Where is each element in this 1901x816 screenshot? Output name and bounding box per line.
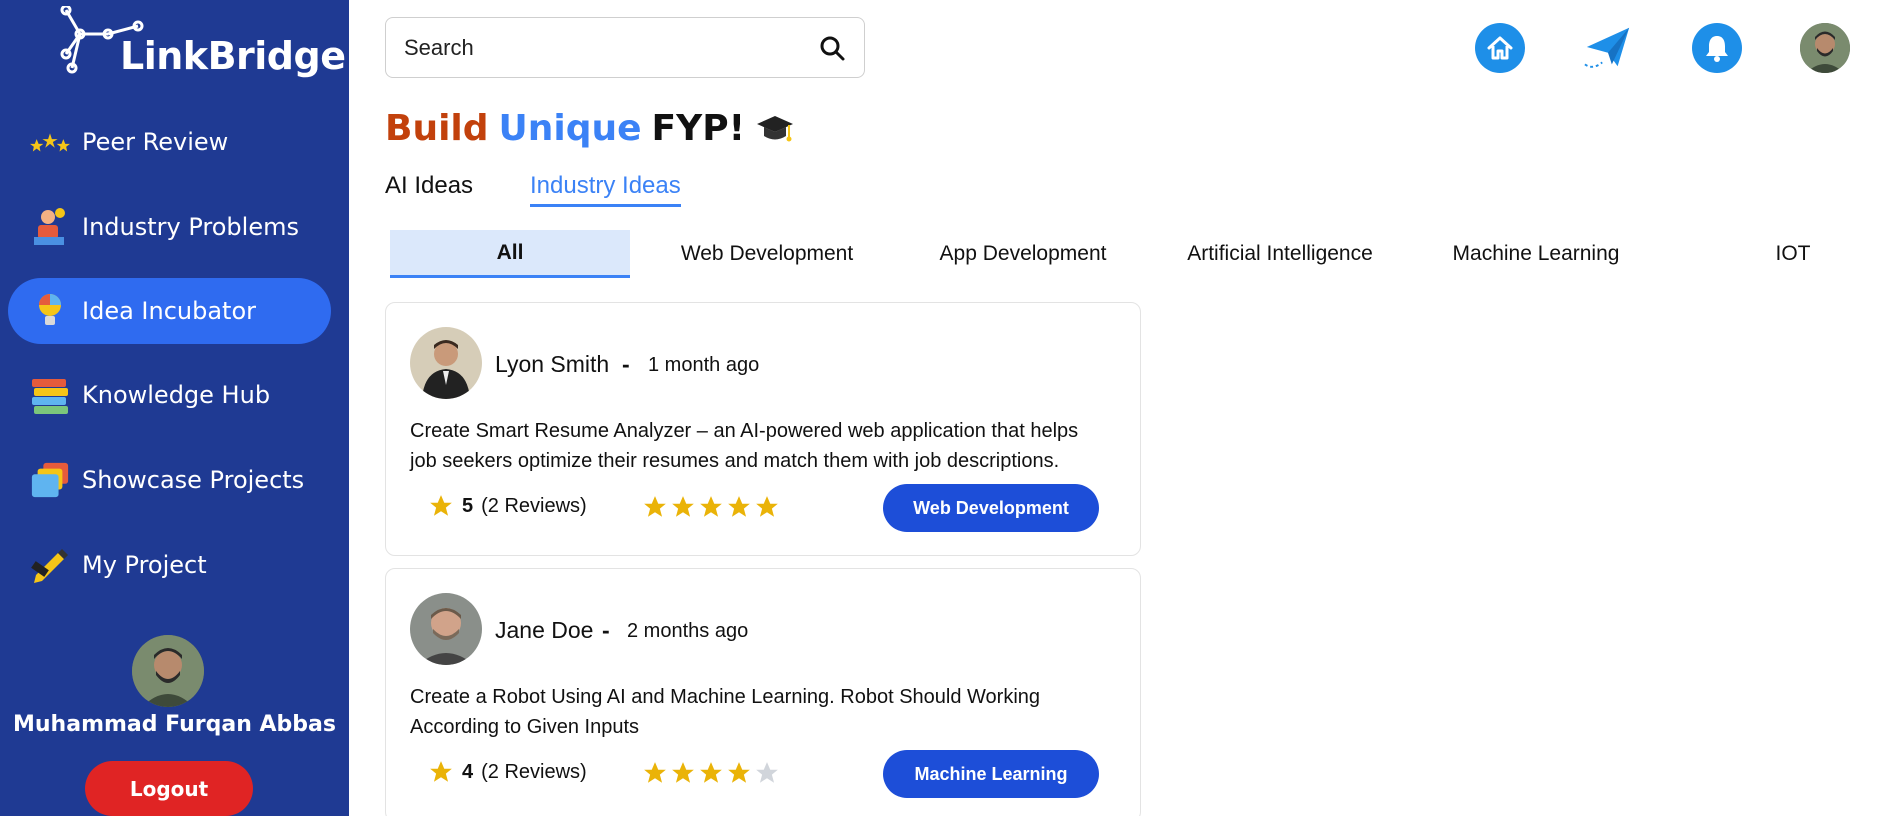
folders-icon: [30, 460, 70, 500]
user-avatar[interactable]: [1800, 23, 1850, 73]
review-count: (2 Reviews): [481, 494, 587, 517]
post-time: 1 month ago: [648, 354, 760, 376]
idea-card[interactable]: Lyon Smith - 1 month ago Create Smart Re…: [385, 302, 1141, 556]
send-icon: [1584, 27, 1630, 68]
tab-ai-ideas[interactable]: AI Ideas: [385, 172, 473, 204]
home-button[interactable]: [1475, 23, 1525, 73]
star-icon: [430, 495, 452, 516]
search-input[interactable]: [404, 34, 818, 61]
category-tab-app-development[interactable]: App Development: [903, 230, 1143, 278]
sidebar-item-knowledge-hub[interactable]: Knowledge Hub: [8, 362, 331, 428]
worker-icon: [30, 207, 70, 247]
rating-summary: 4 (2 Reviews): [428, 759, 587, 785]
author-avatar[interactable]: [410, 327, 482, 399]
sidebar-item-industry-problems[interactable]: Industry Problems: [8, 194, 331, 260]
tab-industry-ideas[interactable]: Industry Ideas: [530, 172, 681, 207]
sidebar-item-label: Knowledge Hub: [82, 381, 271, 409]
sidebar-item-label: Peer Review: [82, 128, 229, 156]
category-tab-machine-learning[interactable]: Machine Learning: [1416, 230, 1656, 278]
category-tag-button[interactable]: Web Development: [883, 484, 1099, 532]
logout-button[interactable]: Logout: [85, 761, 253, 816]
star-icon[interactable]: [726, 760, 752, 786]
search-bar: [385, 17, 865, 78]
profile-name: Muhammad Furqan Abbas: [13, 712, 336, 737]
idea-card[interactable]: Jane Doe - 2 months ago Create a Robot U…: [385, 568, 1141, 816]
books-icon: [30, 375, 70, 415]
post-time: 2 months ago: [627, 620, 749, 642]
sidebar-item-idea-incubator[interactable]: Idea Incubator: [8, 278, 331, 344]
separator: -: [602, 617, 610, 643]
page-title: Build Unique FYP!: [385, 108, 795, 149]
app-root: LinkBridge Peer Review Industry Problems…: [0, 0, 1901, 816]
sidebar: LinkBridge Peer Review Industry Problems…: [0, 0, 349, 816]
bell-icon: [1706, 36, 1728, 62]
star-icon[interactable]: [642, 760, 668, 786]
star-icon[interactable]: [670, 494, 696, 520]
sidebar-item-label: Showcase Projects: [82, 466, 305, 494]
rating-summary: 5 (2 Reviews): [428, 493, 587, 519]
title-fyp: FYP!: [651, 108, 746, 149]
star-icon: [430, 761, 452, 782]
star-icon[interactable]: [698, 760, 724, 786]
lightbulb-icon: [30, 291, 70, 331]
author-name: Jane Doe: [495, 617, 594, 643]
star-icon[interactable]: [726, 494, 752, 520]
rating-value: 5: [462, 494, 474, 517]
review-count: (2 Reviews): [481, 760, 587, 783]
sidebar-item-label: Industry Problems: [82, 213, 299, 241]
author-name: Lyon Smith: [495, 351, 610, 377]
idea-description: Create Smart Resume Analyzer – an AI-pow…: [410, 420, 1079, 472]
app-logo[interactable]: LinkBridge: [58, 6, 346, 78]
sidebar-item-my-project[interactable]: My Project: [8, 532, 331, 598]
home-icon: [1487, 36, 1513, 60]
star-rating[interactable]: [642, 494, 780, 520]
sidebar-item-showcase-projects[interactable]: Showcase Projects: [8, 447, 331, 513]
stars-icon: [30, 122, 70, 162]
messages-button[interactable]: [1583, 23, 1633, 73]
category-tab-artificial-intelligence[interactable]: Artificial Intelligence: [1160, 230, 1400, 278]
sidebar-item-label: Idea Incubator: [82, 297, 257, 325]
sidebar-item-peer-review[interactable]: Peer Review: [8, 109, 331, 175]
avatar[interactable]: [132, 635, 204, 707]
star-icon[interactable]: [642, 494, 668, 520]
graduation-cap-icon: [757, 115, 794, 141]
category-tag-button[interactable]: Machine Learning: [883, 750, 1099, 798]
category-tab-iot[interactable]: IOT: [1673, 230, 1901, 278]
star-icon[interactable]: [670, 760, 696, 786]
category-tab-all[interactable]: All: [390, 230, 630, 278]
idea-description: Create a Robot Using AI and Machine Lear…: [410, 686, 1041, 738]
sidebar-item-label: My Project: [82, 551, 207, 579]
star-icon[interactable]: [754, 494, 780, 520]
star-rating[interactable]: [642, 760, 780, 786]
logo-text: LinkBridge: [120, 34, 346, 78]
star-icon[interactable]: [698, 494, 724, 520]
title-build: Build: [385, 108, 489, 149]
author-avatar[interactable]: [410, 593, 482, 665]
title-unique: Unique: [498, 108, 642, 149]
rating-value: 4: [462, 760, 474, 783]
search-icon[interactable]: [818, 34, 846, 62]
pencil-icon: [30, 545, 70, 585]
star-icon[interactable]: [754, 760, 780, 786]
notifications-button[interactable]: [1692, 23, 1742, 73]
category-tab-web-development[interactable]: Web Development: [647, 230, 887, 278]
separator: -: [622, 351, 630, 377]
